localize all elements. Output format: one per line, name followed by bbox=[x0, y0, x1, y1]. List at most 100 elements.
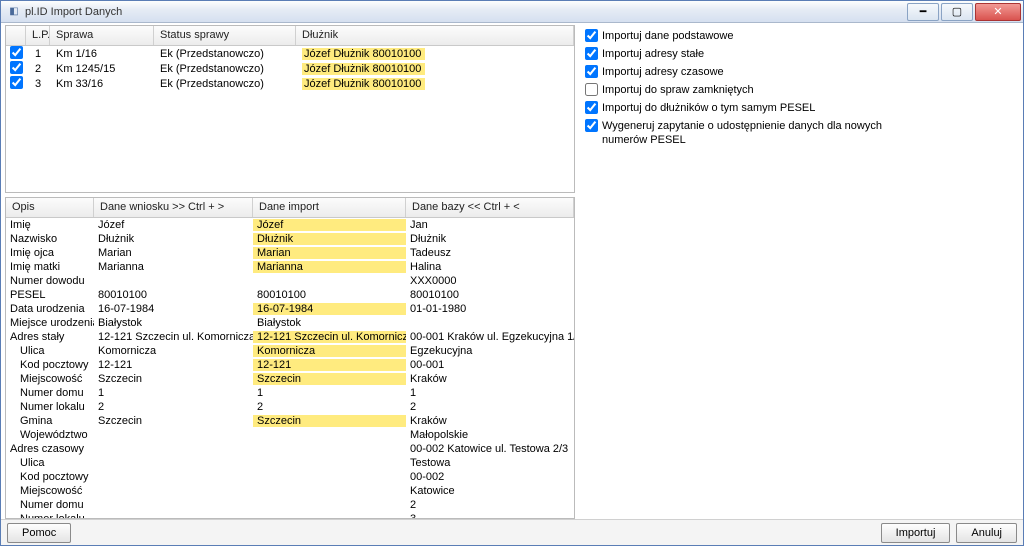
cell-bazy: Małopolskie bbox=[406, 429, 574, 441]
cell-import: Białystok bbox=[253, 317, 406, 329]
detail-row[interactable]: Imię matkiMariannaMariannaHalina bbox=[6, 260, 574, 274]
option-row: Importuj do spraw zamkniętych bbox=[585, 83, 1013, 97]
cancel-button[interactable]: Anuluj bbox=[956, 523, 1017, 543]
detail-row[interactable]: Numer dowoduXXX0000 bbox=[6, 274, 574, 288]
option-label[interactable]: Importuj adresy czasowe bbox=[602, 65, 724, 79]
detail-row[interactable]: Adres czasowy00-002 Katowice ul. Testowa… bbox=[6, 442, 574, 456]
cell-bazy: 2 bbox=[406, 499, 574, 511]
cell-import: Józef bbox=[253, 219, 406, 231]
cell-bazy: Dłużnik bbox=[406, 233, 574, 245]
detail-row[interactable]: Adres stały12-121 Szczecin ul. Komornicz… bbox=[6, 330, 574, 344]
cell-opis: Kod pocztowy bbox=[6, 471, 94, 483]
col-header-import[interactable]: Dane import bbox=[253, 198, 406, 217]
col-header-status[interactable]: Status sprawy bbox=[154, 26, 296, 45]
import-button[interactable]: Importuj bbox=[881, 523, 951, 543]
left-pane: L.P. Sprawa Status sprawy Dłużnik 1Km 1/… bbox=[5, 25, 575, 519]
cell-status: Ek (Przedstanowczo) bbox=[154, 63, 296, 75]
option-row: Importuj adresy stałe bbox=[585, 47, 1013, 61]
detail-row[interactable]: GminaSzczecinSzczecinKraków bbox=[6, 414, 574, 428]
help-button[interactable]: Pomoc bbox=[7, 523, 71, 543]
cell-bazy: 00-001 bbox=[406, 359, 574, 371]
window-controls: ━ ▢ ✕ bbox=[907, 3, 1021, 21]
cell-opis: Miejscowość bbox=[6, 485, 94, 497]
cell-bazy: 00-001 Kraków ul. Egzekucyjna 1/2 bbox=[406, 331, 574, 343]
option-label[interactable]: Importuj do dłużników o tym samym PESEL bbox=[602, 101, 815, 115]
detail-row[interactable]: Województwo Małopolskie bbox=[6, 428, 574, 442]
cell-opis: Data urodzenia bbox=[6, 303, 94, 315]
detail-row[interactable]: ImięJózefJózefJan bbox=[6, 218, 574, 232]
option-checkbox[interactable] bbox=[585, 29, 598, 42]
detail-row[interactable]: Kod pocztowy12-12112-12100-001 bbox=[6, 358, 574, 372]
cell-wniosek: Szczecin bbox=[94, 415, 253, 427]
col-header-check[interactable] bbox=[6, 26, 26, 45]
cell-import: Marianna bbox=[253, 261, 406, 273]
detail-table-header: Opis Dane wniosku >> Ctrl + > Dane impor… bbox=[6, 198, 574, 218]
cell-import bbox=[253, 485, 406, 497]
col-header-bazy[interactable]: Dane bazy << Ctrl + < bbox=[406, 198, 574, 217]
col-header-sprawa[interactable]: Sprawa bbox=[50, 26, 154, 45]
col-header-opis[interactable]: Opis bbox=[6, 198, 94, 217]
cell-dluznik: Józef Dłużnik 80010100 bbox=[296, 48, 574, 60]
option-label[interactable]: Importuj do spraw zamkniętych bbox=[602, 83, 754, 97]
minimize-button[interactable]: ━ bbox=[907, 3, 939, 21]
detail-row[interactable]: Numer lokalu222 bbox=[6, 400, 574, 414]
option-label[interactable]: Importuj dane podstawowe bbox=[602, 29, 733, 43]
cell-opis: PESEL bbox=[6, 289, 94, 301]
detail-row[interactable]: Data urodzenia16-07-198416-07-198401-01-… bbox=[6, 302, 574, 316]
detail-row[interactable]: Numer domu2 bbox=[6, 498, 574, 512]
cell-import bbox=[253, 443, 406, 455]
detail-row[interactable]: Imię ojcaMarianMarianTadeusz bbox=[6, 246, 574, 260]
detail-row[interactable]: MiejscowośćKatowice bbox=[6, 484, 574, 498]
cell-opis: Województwo bbox=[6, 429, 94, 441]
detail-row[interactable]: Miejsce urodzeniaBiałystokBiałystok bbox=[6, 316, 574, 330]
option-row: Wygeneruj zapytanie o udostępnienie dany… bbox=[585, 119, 1013, 147]
option-row: Importuj dane podstawowe bbox=[585, 29, 1013, 43]
detail-row[interactable]: Kod pocztowy00-002 bbox=[6, 470, 574, 484]
col-header-dluznik[interactable]: Dłużnik bbox=[296, 26, 574, 45]
app-icon: ◧ bbox=[7, 5, 21, 19]
detail-row[interactable]: PESEL800101008001010080010100 bbox=[6, 288, 574, 302]
cell-wniosek: 12-121 bbox=[94, 359, 253, 371]
cell-lp: 1 bbox=[26, 48, 50, 60]
detail-row[interactable]: UlicaKomorniczaKomorniczaEgzekucyjna bbox=[6, 344, 574, 358]
cell-import: 2 bbox=[253, 401, 406, 413]
row-checkbox[interactable] bbox=[10, 46, 23, 59]
cell-opis: Nazwisko bbox=[6, 233, 94, 245]
cell-opis: Miejsce urodzenia bbox=[6, 317, 94, 329]
window-title: pl.ID Import Danych bbox=[25, 6, 122, 18]
cell-wniosek: Dłużnik bbox=[94, 233, 253, 245]
cell-import: 1 bbox=[253, 387, 406, 399]
option-checkbox[interactable] bbox=[585, 101, 598, 114]
cell-dluznik: Józef Dłużnik 80010100 bbox=[296, 63, 574, 75]
detail-row[interactable]: MiejscowośćSzczecinSzczecinKraków bbox=[6, 372, 574, 386]
cell-opis: Imię bbox=[6, 219, 94, 231]
detail-row[interactable]: Numer domu111 bbox=[6, 386, 574, 400]
close-button[interactable]: ✕ bbox=[975, 3, 1021, 21]
table-row[interactable]: 3Km 33/16Ek (Przedstanowczo)Józef Dłużni… bbox=[6, 76, 574, 91]
cell-sprawa: Km 33/16 bbox=[50, 78, 154, 90]
cell-import: Komornicza bbox=[253, 345, 406, 357]
detail-row[interactable]: Numer lokalu3 bbox=[6, 512, 574, 519]
option-checkbox[interactable] bbox=[585, 65, 598, 78]
table-row[interactable]: 1Km 1/16Ek (Przedstanowczo)Józef Dłużnik… bbox=[6, 46, 574, 61]
detail-row[interactable]: NazwiskoDłużnikDłużnikDłużnik bbox=[6, 232, 574, 246]
option-label[interactable]: Wygeneruj zapytanie o udostępnienie dany… bbox=[602, 119, 882, 147]
option-label[interactable]: Importuj adresy stałe bbox=[602, 47, 704, 61]
maximize-button[interactable]: ▢ bbox=[941, 3, 973, 21]
cell-wniosek: 2 bbox=[94, 401, 253, 413]
option-checkbox[interactable] bbox=[585, 83, 598, 96]
col-header-lp[interactable]: L.P. bbox=[26, 26, 50, 45]
window: ◧ pl.ID Import Danych ━ ▢ ✕ L.P. Sprawa … bbox=[0, 0, 1024, 546]
col-header-wniosek[interactable]: Dane wniosku >> Ctrl + > bbox=[94, 198, 253, 217]
option-checkbox[interactable] bbox=[585, 47, 598, 60]
row-checkbox[interactable] bbox=[10, 76, 23, 89]
cell-opis: Ulica bbox=[6, 457, 94, 469]
option-row: Importuj do dłużników o tym samym PESEL bbox=[585, 101, 1013, 115]
option-row: Importuj adresy czasowe bbox=[585, 65, 1013, 79]
option-checkbox[interactable] bbox=[585, 119, 598, 132]
detail-row[interactable]: UlicaTestowa bbox=[6, 456, 574, 470]
table-row[interactable]: 2Km 1245/15Ek (Przedstanowczo)Józef Dłuż… bbox=[6, 61, 574, 76]
row-checkbox[interactable] bbox=[10, 61, 23, 74]
cell-import: Marian bbox=[253, 247, 406, 259]
cell-import: Dłużnik bbox=[253, 233, 406, 245]
